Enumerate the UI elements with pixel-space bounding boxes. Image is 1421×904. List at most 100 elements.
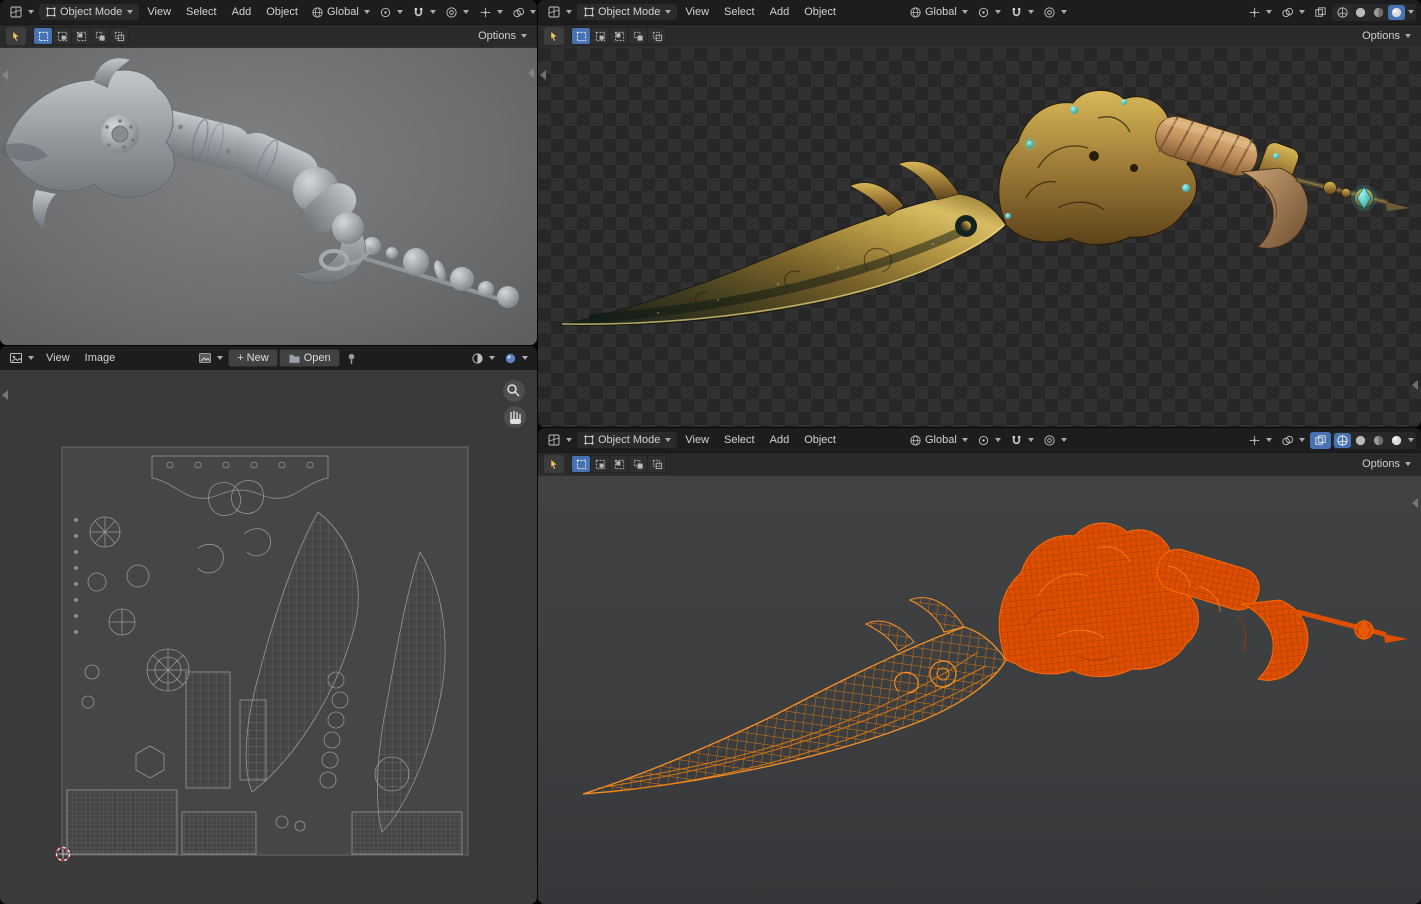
snap-toggle[interactable] <box>1006 432 1038 449</box>
editor-type-button[interactable] <box>543 3 576 21</box>
transform-pivot-dropdown[interactable] <box>375 4 407 21</box>
pan-gizmo[interactable] <box>504 406 526 428</box>
overlays-icon <box>1281 6 1294 19</box>
show-gizmo-toggle[interactable] <box>1244 432 1276 449</box>
menu-view[interactable]: View <box>39 350 77 366</box>
shading-material-button[interactable] <box>1370 5 1387 20</box>
transform-pivot-dropdown[interactable] <box>973 432 1005 449</box>
menu-image[interactable]: Image <box>78 350 123 366</box>
object-mode-dropdown[interactable]: Object Mode <box>577 4 677 20</box>
shading-rendered-button[interactable] <box>1388 5 1405 20</box>
shading-solid-button[interactable] <box>1352 433 1369 448</box>
region-collapse-arrow[interactable] <box>1412 380 1418 390</box>
chevron-down-icon <box>28 10 34 14</box>
show-gizmo-toggle[interactable] <box>1244 4 1276 21</box>
region-collapse-arrow[interactable] <box>1412 498 1418 508</box>
menu-add[interactable]: Add <box>763 4 797 20</box>
open-image-button[interactable]: Open <box>279 349 340 367</box>
object-mode-label: Object Mode <box>598 434 660 446</box>
image-preview-dropdown[interactable] <box>500 350 532 367</box>
options-dropdown[interactable]: Options <box>1358 456 1415 472</box>
editor-type-button[interactable] <box>5 3 38 21</box>
region-collapse-arrow[interactable] <box>528 68 534 78</box>
textured-dagger-model[interactable] <box>538 48 1421 427</box>
display-channels-dropdown[interactable] <box>467 350 499 367</box>
menu-view[interactable]: View <box>678 432 716 448</box>
transform-orientation-dropdown[interactable]: Global <box>307 4 374 21</box>
transform-pivot-dropdown[interactable] <box>973 4 1005 21</box>
menu-object[interactable]: Object <box>797 432 843 448</box>
menu-view[interactable]: View <box>678 4 716 20</box>
shading-wireframe-button[interactable] <box>1334 5 1351 20</box>
menu-object[interactable]: Object <box>259 4 305 20</box>
clay-dagger-model[interactable] <box>0 48 537 345</box>
snap-toggle[interactable] <box>408 4 440 21</box>
region-collapse-arrow[interactable] <box>2 70 8 80</box>
shading-wireframe-button[interactable] <box>1334 433 1351 448</box>
snap-toggle[interactable] <box>1006 4 1038 21</box>
proportional-editing-dropdown[interactable] <box>1039 432 1071 449</box>
select-mode-extend[interactable] <box>591 456 609 472</box>
select-mode-subtract[interactable] <box>610 456 628 472</box>
select-mode-extend[interactable] <box>53 28 71 44</box>
show-overlays-toggle[interactable] <box>1277 4 1309 21</box>
pin-icon <box>345 352 358 365</box>
menu-add[interactable]: Add <box>763 432 797 448</box>
region-collapse-arrow[interactable] <box>2 390 8 400</box>
select-mode-new[interactable] <box>34 28 52 44</box>
select-mode-invert[interactable] <box>629 456 647 472</box>
select-mode-new[interactable] <box>572 28 590 44</box>
browse-image-button[interactable] <box>194 349 227 367</box>
show-gizmo-toggle[interactable] <box>475 4 507 21</box>
editor-type-button[interactable] <box>543 431 576 449</box>
active-tool-button[interactable] <box>544 455 564 473</box>
select-mode-invert[interactable] <box>629 28 647 44</box>
xray-toggle[interactable] <box>1310 432 1331 449</box>
zoom-gizmo[interactable] <box>503 380 525 402</box>
chevron-down-icon <box>1266 438 1272 442</box>
menu-select[interactable]: Select <box>717 432 762 448</box>
object-mode-dropdown[interactable]: Object Mode <box>39 4 139 20</box>
select-subtract-icon <box>76 31 87 42</box>
select-mode-subtract[interactable] <box>72 28 90 44</box>
new-image-button[interactable]: + New <box>228 349 277 367</box>
show-overlays-toggle[interactable] <box>1277 432 1309 449</box>
xray-toggle[interactable] <box>1310 4 1331 21</box>
proportional-editing-dropdown[interactable] <box>1039 4 1071 21</box>
viewport-canvas-textured[interactable] <box>538 48 1421 427</box>
active-tool-button[interactable] <box>6 27 26 45</box>
menu-object[interactable]: Object <box>797 4 843 20</box>
region-collapse-arrow[interactable] <box>540 70 546 80</box>
select-mode-extend[interactable] <box>591 28 609 44</box>
menu-add[interactable]: Add <box>225 4 259 20</box>
options-dropdown[interactable]: Options <box>1358 28 1415 44</box>
shading-solid-button[interactable] <box>1352 5 1369 20</box>
transform-orientation-dropdown[interactable]: Global <box>905 432 972 449</box>
active-tool-button[interactable] <box>544 27 564 45</box>
uv-canvas[interactable] <box>0 370 537 904</box>
select-mode-subtract[interactable] <box>610 28 628 44</box>
shading-rendered-button[interactable] <box>1388 433 1405 448</box>
menu-select[interactable]: Select <box>179 4 224 20</box>
show-overlays-toggle[interactable] <box>508 4 537 21</box>
select-mode-intersect[interactable] <box>648 456 666 472</box>
select-mode-intersect[interactable] <box>110 28 128 44</box>
object-mode-icon <box>45 6 57 18</box>
object-mode-dropdown[interactable]: Object Mode <box>577 432 677 448</box>
shading-material-button[interactable] <box>1370 433 1387 448</box>
uv-2d-cursor[interactable] <box>57 848 70 861</box>
pin-image-toggle[interactable] <box>341 350 362 367</box>
object-mode-label: Object Mode <box>60 6 122 18</box>
select-mode-intersect[interactable] <box>648 28 666 44</box>
proportional-editing-dropdown[interactable] <box>441 4 473 21</box>
options-dropdown[interactable]: Options <box>474 28 531 44</box>
select-mode-invert[interactable] <box>91 28 109 44</box>
viewport-canvas-sculpt[interactable] <box>0 48 537 345</box>
menu-select[interactable]: Select <box>717 4 762 20</box>
wireframe-dagger-model[interactable] <box>538 476 1421 904</box>
select-mode-new[interactable] <box>572 456 590 472</box>
transform-orientation-dropdown[interactable]: Global <box>905 4 972 21</box>
menu-view[interactable]: View <box>140 4 178 20</box>
editor-type-button[interactable] <box>5 349 38 367</box>
viewport-canvas-wireframe[interactable] <box>538 476 1421 904</box>
